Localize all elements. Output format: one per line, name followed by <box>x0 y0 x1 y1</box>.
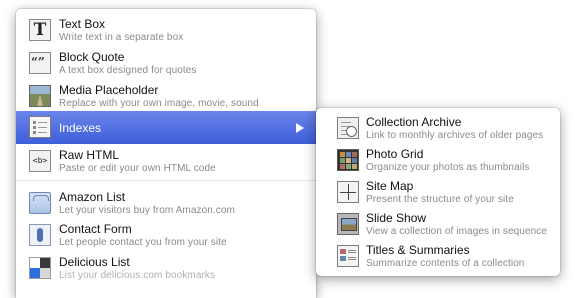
menu-item-title: Photo Grid <box>366 147 424 161</box>
menu-item-subtitle: Paste or edit your own HTML code <box>59 163 216 174</box>
titles-summaries-icon <box>337 245 359 267</box>
menu-item-indexes[interactable]: Indexes <box>16 111 316 144</box>
contact-form-icon <box>29 224 51 246</box>
menu-item-title: Media Placeholder <box>59 83 159 97</box>
menu-item-subtitle: Let people contact you from your site <box>59 237 227 248</box>
menu-item-block-quote[interactable]: Block Quote A text box designed for quot… <box>16 47 316 80</box>
insert-menu: Text Box Write text in a separate box Bl… <box>16 9 316 298</box>
menu-item-subtitle: Summarize contents of a collection <box>366 258 525 269</box>
menu-item-subtitle: Let your visitors buy from Amazon.com <box>59 205 235 216</box>
submenu-arrow-icon <box>296 123 304 133</box>
submenu-item-slide-show[interactable]: Slide Show View a collection of images i… <box>316 208 560 241</box>
menu-item-title: Raw HTML <box>59 148 120 162</box>
indexes-icon <box>29 116 51 138</box>
menu-item-title: Titles & Summaries <box>366 243 470 257</box>
menu-item-title: Slide Show <box>366 211 427 225</box>
menu-item-title: Block Quote <box>59 50 125 64</box>
menu-item-subtitle: Replace with your own image, movie, soun… <box>59 98 259 109</box>
menu-item-title: Site Map <box>366 179 414 193</box>
menu-item-text-box[interactable]: Text Box Write text in a separate box <box>16 14 316 47</box>
menu-item-amazon-list[interactable]: Amazon List Let your visitors buy from A… <box>16 187 316 220</box>
menu-item-media-placeholder[interactable]: Media Placeholder Replace with your own … <box>16 80 316 113</box>
collection-archive-icon <box>337 117 359 139</box>
menu-item-subtitle: List your delicious.com bookmarks <box>59 270 216 281</box>
menu-item-subtitle: Write text in a separate box <box>59 32 184 43</box>
slide-show-icon <box>337 213 359 235</box>
menu-item-title: Indexes <box>59 121 102 135</box>
html-icon <box>29 150 51 172</box>
submenu-item-site-map[interactable]: Site Map Present the structure of your s… <box>316 176 560 209</box>
menu-item-subtitle: Present the structure of your site <box>366 194 514 205</box>
menu-item-subtitle: View a collection of images in sequence <box>366 226 548 237</box>
photo-grid-icon <box>337 149 359 171</box>
submenu-item-titles-summaries[interactable]: Titles & Summaries Summarize contents of… <box>316 240 560 273</box>
menu-item-title: Contact Form <box>59 222 132 236</box>
block-quote-icon <box>29 52 51 74</box>
menu-item-raw-html[interactable]: Raw HTML Paste or edit your own HTML cod… <box>16 145 316 178</box>
menu-item-title: Delicious List <box>59 255 130 269</box>
submenu-item-collection-archive[interactable]: Collection Archive Link to monthly archi… <box>316 112 560 145</box>
amazon-list-icon <box>29 192 51 214</box>
menu-separator <box>16 180 316 181</box>
submenu-item-photo-grid[interactable]: Photo Grid Organize your photos as thumb… <box>316 144 560 177</box>
media-placeholder-icon <box>29 85 51 107</box>
menu-item-contact-form[interactable]: Contact Form Let people contact you from… <box>16 219 316 252</box>
delicious-list-icon <box>29 257 51 279</box>
menu-item-delicious-list[interactable]: Delicious List List your delicious.com b… <box>16 252 316 285</box>
site-map-icon <box>337 181 359 203</box>
menu-item-title: Collection Archive <box>366 115 462 129</box>
menu-item-subtitle: Organize your photos as thumbnails <box>366 162 530 173</box>
menu-item-title: Text Box <box>59 17 106 31</box>
menu-item-title: Amazon List <box>59 190 126 204</box>
text-box-icon <box>29 19 51 41</box>
menu-item-subtitle: Link to monthly archives of older pages <box>366 130 544 141</box>
menu-item-subtitle: A text box designed for quotes <box>59 65 197 76</box>
indexes-submenu: Collection Archive Link to monthly archi… <box>316 108 560 276</box>
